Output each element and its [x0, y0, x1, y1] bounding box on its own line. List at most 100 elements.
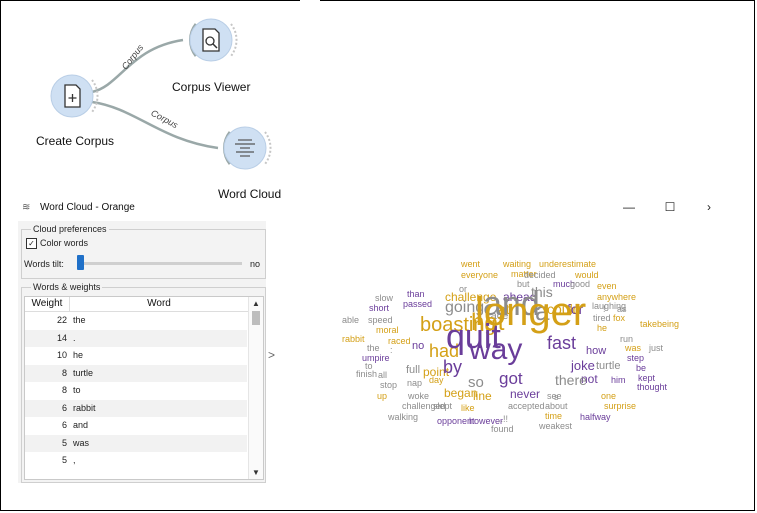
cloud-word: was	[625, 343, 642, 353]
cloud-word: even	[597, 281, 617, 291]
weight-cell: 22	[56, 315, 67, 325]
table-row[interactable]: 10 he	[25, 347, 247, 365]
maximize-button[interactable]: ☐	[660, 200, 680, 214]
cloud-word: accepted	[508, 401, 545, 411]
table-row[interactable]: 22 the	[25, 312, 247, 330]
weight-cell: 6	[61, 402, 67, 413]
cloud-word: surprise	[604, 401, 637, 411]
cloud-word: finish	[356, 369, 378, 379]
cloud-word: time	[545, 411, 563, 421]
cloud-word: stop	[380, 380, 398, 390]
weight-cell: 5	[61, 437, 67, 448]
cloud-word: nap	[407, 378, 423, 388]
scroll-up-icon[interactable]: ▲	[252, 299, 260, 308]
words-tilt-label: Words tilt:	[24, 259, 64, 269]
cloud-word: day	[429, 375, 444, 385]
weight-cell: 5	[61, 455, 67, 465]
column-header-weight[interactable]: Weight	[25, 297, 69, 312]
cloud-word: tired	[593, 313, 611, 323]
cloud-word: good	[570, 279, 591, 289]
cloud-word: one	[601, 391, 617, 401]
cloud-word: just	[649, 343, 664, 353]
table-row[interactable]: 5,	[25, 452, 247, 470]
word-cell: .	[73, 332, 76, 343]
words-weights-title: Words & weights	[31, 282, 103, 292]
table-row[interactable]: 5 was	[25, 434, 247, 452]
cloud-word: speed	[368, 315, 393, 325]
cloud-word: way	[469, 333, 523, 366]
scroll-thumb[interactable]	[252, 311, 260, 325]
cloud-word: him	[611, 375, 626, 385]
cloud-word: takebeing	[640, 319, 680, 329]
cloud-word: fox	[613, 313, 626, 323]
cloud-word: like	[461, 403, 475, 413]
weight-cell: 8	[61, 367, 67, 378]
weight-cell: 14	[56, 332, 67, 343]
cloud-word: underestimate	[539, 259, 597, 269]
cloud-word: woke	[408, 391, 430, 401]
close-button[interactable]: ›	[699, 200, 719, 214]
weight-cell: 6	[61, 420, 67, 430]
splitter-arrow-icon[interactable]: >	[268, 348, 275, 362]
word-cloud-node[interactable]	[223, 126, 272, 170]
cloud-word: there	[555, 372, 587, 388]
cloud-word: about	[545, 401, 568, 411]
words-weights-table[interactable]: Weight Word 22 the 14. 10 he 8 turtle 8 to 6 rabbi…	[24, 296, 264, 480]
cloud-word: slow	[375, 293, 394, 303]
window-title: Word Cloud - Orange	[40, 202, 135, 213]
minimize-button[interactable]: —	[619, 200, 639, 214]
word-cloud-app-icon: ≋	[22, 202, 31, 213]
cloud-word: halfway	[580, 412, 611, 422]
cloud-word: be	[636, 363, 647, 373]
document-search-icon	[202, 28, 220, 52]
frame-gap	[300, 0, 320, 3]
cloud-word: line	[473, 389, 492, 403]
weight-cell: 8	[61, 385, 67, 395]
cloud-word: than	[407, 289, 425, 299]
word-cell: and	[73, 420, 89, 430]
cloud-word: no	[412, 340, 425, 352]
column-header-word[interactable]: Word	[69, 297, 248, 312]
cloud-word: went	[461, 259, 481, 269]
words-tilt-slider-track[interactable]	[78, 262, 242, 265]
table-row[interactable]: 14.	[25, 329, 247, 347]
color-words-checkbox[interactable]: ✓	[26, 238, 37, 249]
cloud-word: step	[627, 353, 645, 363]
cloud-word: fast	[547, 333, 577, 353]
table-scrollbar[interactable]: ▲ ▼	[248, 297, 263, 479]
cloud-word: got	[499, 369, 523, 388]
cloud-word: short	[369, 303, 390, 313]
cloud-word: full	[406, 364, 421, 376]
cloud-word: thought	[637, 382, 668, 392]
words-tilt-value: no	[250, 259, 261, 269]
workflow-links	[50, 18, 272, 170]
table-row[interactable]: 8 to	[25, 382, 247, 400]
cloud-word: slept	[433, 401, 453, 411]
cloud-word: walking	[388, 412, 419, 422]
scroll-down-icon[interactable]: ▼	[252, 468, 260, 477]
word-cell: was	[73, 437, 90, 448]
cloud-word: turtle	[596, 360, 621, 372]
words-tilt-slider-handle[interactable]	[77, 255, 84, 270]
cloud-preferences-box	[21, 229, 266, 279]
corpus-viewer-node[interactable]	[189, 18, 238, 62]
cloud-word: ..!!	[498, 414, 509, 424]
table-row[interactable]: 8 turtle	[25, 364, 247, 382]
cloud-word: everyone	[461, 270, 499, 280]
create-corpus-node[interactable]	[50, 74, 99, 118]
word-cloud-canvas: went waiting underestimate matter everyone de…	[285, 221, 716, 483]
table-row[interactable]: 6 rabbit	[25, 399, 247, 417]
workflow-canvas[interactable]: Create Corpus Corpus Viewer Word Cloud C…	[0, 0, 300, 201]
cloud-word: waiting	[503, 259, 532, 269]
cloud-word: up	[377, 391, 388, 401]
word-cell: rabbit	[73, 402, 96, 413]
cloud-word: all	[378, 370, 388, 380]
table-row[interactable]: 6 and	[25, 417, 247, 435]
word-cell: to	[73, 385, 81, 395]
cloud-word: rabbit	[342, 334, 365, 344]
window-titlebar[interactable]: ≋ Word Cloud - Orange — ☐ ›	[18, 198, 743, 220]
weight-cell: 10	[56, 350, 67, 360]
create-corpus-label: Create Corpus	[36, 134, 115, 148]
word-cell: he	[73, 350, 84, 360]
cloud-word: joke	[571, 358, 595, 373]
